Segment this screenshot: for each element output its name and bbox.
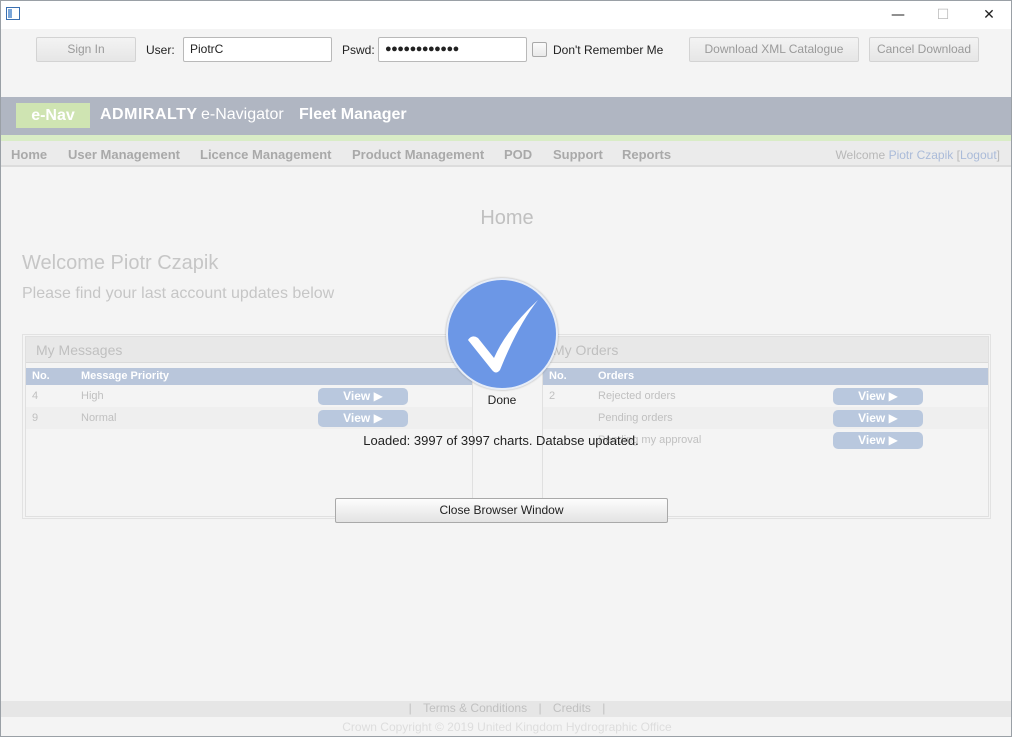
nav-support[interactable]: Support: [553, 147, 603, 163]
nav-licence-management[interactable]: Licence Management: [200, 147, 332, 163]
message-no: 9: [32, 412, 39, 424]
nav-home[interactable]: Home: [11, 147, 47, 163]
view-order-button[interactable]: View ▶: [833, 432, 923, 449]
nav-pod[interactable]: POD: [504, 147, 532, 163]
user-input[interactable]: PiotrC: [183, 37, 332, 62]
page-title: Home: [480, 207, 534, 229]
table-row: 9 Normal View ▶: [26, 407, 472, 429]
pswd-label: Pswd:: [342, 43, 375, 57]
nav-user-management[interactable]: User Management: [68, 147, 180, 163]
messages-col-no: No.: [32, 370, 50, 382]
footer-separator: |: [538, 701, 542, 715]
messages-panel: My Messages No. Message Priority 4 High …: [25, 336, 473, 517]
footer-links: | Terms & Conditions | Credits |: [1, 701, 1011, 716]
messages-title: My Messages: [26, 337, 472, 363]
messages-col-priority: Message Priority: [81, 370, 170, 382]
enav-badge: e-Nav: [16, 103, 90, 128]
message-priority: Normal: [81, 412, 117, 424]
orders-panel: My Orders No. Orders 2 Rejected orders V…: [542, 336, 989, 517]
orders-table-header: No. Orders: [543, 368, 988, 385]
user-welcome: Welcome Piotr Czapik [Logout]: [835, 147, 1000, 163]
download-xml-button[interactable]: Download XML Catalogue: [689, 37, 859, 62]
welcome-username: Piotr Czapik: [888, 148, 954, 162]
welcome-heading: Welcome Piotr Czapik: [22, 252, 219, 274]
password-input[interactable]: ●●●●●●●●●●●●: [378, 37, 527, 62]
close-browser-window-button[interactable]: Close Browser Window: [335, 498, 668, 523]
table-row: 2 Rejected orders View ▶: [543, 385, 988, 407]
messages-table-header: No. Message Priority: [26, 368, 472, 385]
app-icon: [6, 7, 20, 20]
checkmark-icon: [468, 300, 538, 373]
welcome-prefix: Welcome: [835, 148, 886, 162]
footer-separator: |: [602, 701, 606, 715]
cancel-download-button[interactable]: Cancel Download: [869, 37, 979, 62]
logout-bracket-close: ]: [996, 148, 1000, 162]
message-no: 4: [32, 390, 39, 402]
order-label: Rejected orders: [598, 390, 676, 402]
orders-col-orders: Orders: [598, 370, 635, 382]
logout-link[interactable]: Logout: [960, 148, 997, 162]
minimize-button[interactable]: —: [875, 1, 921, 29]
view-message-button[interactable]: View ▶: [318, 388, 408, 405]
orders-title: My Orders: [543, 337, 988, 363]
view-message-button[interactable]: View ▶: [318, 410, 408, 427]
footer-separator: |: [408, 701, 412, 715]
title-bar: — ☐ ✕: [1, 1, 1011, 29]
dont-remember-checkbox[interactable]: [532, 42, 547, 57]
close-window-button[interactable]: ✕: [966, 1, 1011, 29]
welcome-subtitle: Please find your last account updates be…: [22, 285, 335, 302]
order-label: Pending orders: [598, 412, 673, 424]
maximize-button[interactable]: ☐: [920, 1, 966, 29]
sign-in-button[interactable]: Sign In: [36, 37, 136, 62]
credits-link[interactable]: Credits: [553, 701, 591, 715]
view-order-button[interactable]: View ▶: [833, 410, 923, 427]
terms-link[interactable]: Terms & Conditions: [423, 701, 527, 715]
load-result-message: Loaded: 3997 of 3997 charts. Databse upd…: [363, 433, 639, 448]
admiralty-logo-text: ADMIRALTY: [100, 106, 198, 123]
dont-remember-label: Don't Remember Me: [553, 43, 664, 57]
fleet-manager-title: Fleet Manager: [299, 106, 407, 123]
user-label: User:: [146, 43, 175, 57]
done-status: Done: [487, 393, 517, 407]
nav-product-management[interactable]: Product Management: [352, 147, 484, 163]
nav-reports[interactable]: Reports: [622, 147, 671, 163]
navigator-logo-text: e-Navigator: [201, 106, 284, 123]
table-row: 4 High View ▶: [26, 385, 472, 407]
copyright-text: Crown Copyright © 2019 United Kingdom Hy…: [342, 720, 672, 734]
view-order-button[interactable]: View ▶: [833, 388, 923, 405]
order-no: 2: [549, 390, 556, 402]
application-window: — ☐ ✕ Sign In User: PiotrC Pswd: ●●●●●●●…: [0, 0, 1012, 737]
message-priority: High: [81, 390, 104, 402]
success-check-icon: [446, 278, 558, 390]
table-row: Pending orders View ▶: [543, 407, 988, 429]
